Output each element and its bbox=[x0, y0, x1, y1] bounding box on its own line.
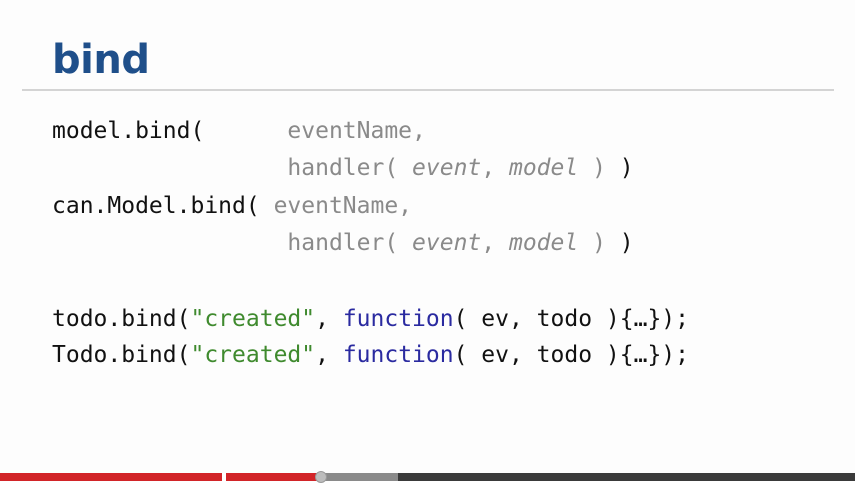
code-text: model.bind( bbox=[52, 118, 288, 144]
code-text: ( ev, todo ){…}); bbox=[453, 342, 689, 368]
code-line-3: can.Model.bind( eventName, bbox=[52, 191, 412, 221]
code-handler: handler( bbox=[287, 155, 413, 181]
code-comma: , bbox=[315, 342, 343, 368]
code-param: eventName, bbox=[273, 193, 413, 219]
code-sep: , bbox=[481, 155, 509, 181]
code-paren: ) bbox=[578, 155, 606, 181]
code-arg-event: event bbox=[412, 230, 482, 256]
progress-scrubber-handle[interactable] bbox=[314, 471, 327, 483]
code-param: eventName, bbox=[287, 118, 426, 144]
code-text: Todo.bind( bbox=[52, 342, 191, 368]
code-line-1: model.bind( eventName, bbox=[52, 116, 426, 146]
code-keyword: function bbox=[342, 306, 454, 332]
code-arg-event: event bbox=[412, 155, 482, 181]
code-param: handler( event, model ) bbox=[287, 155, 606, 181]
chapter-marker bbox=[222, 473, 226, 481]
progress-watched bbox=[0, 473, 321, 481]
code-text: can.Model.bind( bbox=[52, 193, 274, 219]
title-divider bbox=[22, 89, 834, 91]
code-close: ) bbox=[605, 155, 634, 181]
code-close: ) bbox=[605, 230, 634, 256]
video-progress-bar[interactable] bbox=[0, 471, 855, 483]
code-text: todo.bind( bbox=[52, 306, 191, 332]
code-string: "created" bbox=[190, 306, 316, 332]
code-arg-model: model bbox=[508, 155, 579, 181]
code-string: "created" bbox=[190, 342, 316, 368]
slide: bind model.bind( eventName, handler( eve… bbox=[0, 0, 855, 473]
code-handler: handler( bbox=[287, 230, 413, 256]
code-line-4: handler( event, model ) ) bbox=[52, 228, 634, 258]
code-keyword: function bbox=[342, 342, 454, 368]
code-comma: , bbox=[315, 306, 343, 332]
code-line-2: handler( event, model ) ) bbox=[52, 153, 634, 183]
code-line-6: Todo.bind("created", function( ev, todo … bbox=[52, 340, 689, 370]
slide-title: bind bbox=[52, 37, 150, 83]
code-arg-model: model bbox=[508, 230, 579, 256]
code-param: handler( event, model ) bbox=[287, 230, 606, 256]
code-text: ( ev, todo ){…}); bbox=[453, 306, 689, 332]
code-line-5: todo.bind("created", function( ev, todo … bbox=[52, 304, 689, 334]
code-sep: , bbox=[481, 230, 509, 256]
code-paren: ) bbox=[578, 230, 606, 256]
